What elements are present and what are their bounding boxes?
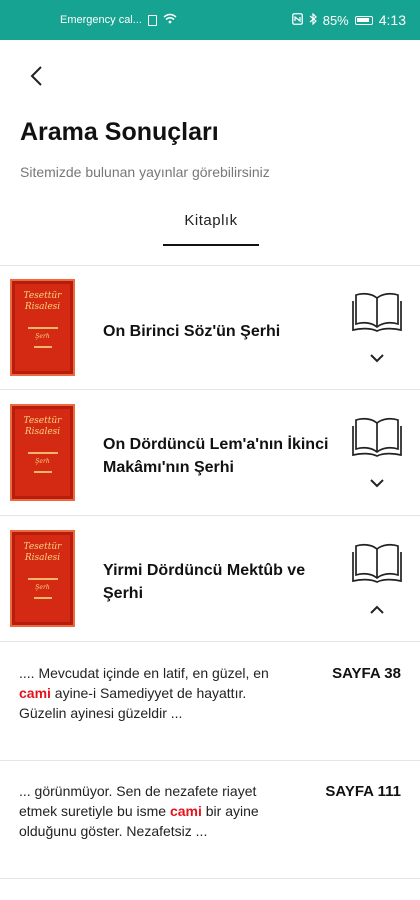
chevron-down-icon: [370, 353, 384, 362]
book-title: On Dördüncü Lem'a'nın İkinci Makâmı'nın …: [103, 436, 329, 476]
cover-ornament: [27, 578, 58, 580]
collapse-button[interactable]: [366, 601, 388, 617]
expand-button[interactable]: [366, 475, 388, 491]
cover-subtitle: Şerh: [35, 584, 50, 591]
snippet-text: .... Mevcudat içinde en latif, en güzel,…: [19, 665, 269, 681]
chevron-left-icon: [30, 66, 42, 86]
status-left: Emergency cal...: [60, 13, 177, 27]
open-book-button[interactable]: [352, 415, 402, 459]
open-book-icon: [352, 292, 402, 332]
open-book-icon: [352, 543, 402, 583]
nfc-icon: [291, 12, 303, 28]
book-cover: Tesettür Risalesi Şerh: [10, 279, 75, 376]
open-book-button[interactable]: [352, 290, 402, 334]
clock-time: 4:13: [378, 12, 406, 28]
status-right: 85% 4:13: [291, 12, 406, 28]
search-result-row[interactable]: .... Mevcudat içinde en latif, en güzel,…: [0, 643, 420, 761]
cover-title-line: Tesettür: [23, 291, 62, 301]
cover-title-line: Risalesi: [24, 427, 61, 437]
snippet-highlight: cami: [169, 803, 202, 819]
cover-ornament: [27, 452, 58, 454]
search-result-row[interactable]: ... görünmüyor. Sen de nezafete riayet e…: [0, 761, 420, 879]
battery-icon: [354, 15, 373, 25]
result-page-number: SAYFA 38: [332, 665, 401, 682]
chevron-down-icon: [370, 478, 384, 487]
open-book-button[interactable]: [352, 541, 402, 585]
book-cover: Tesettür Risalesi Şerh: [10, 404, 75, 501]
cover-title-line: Risalesi: [24, 302, 61, 312]
cover-subtitle: Şerh: [35, 333, 50, 340]
back-button[interactable]: [22, 62, 50, 90]
tab-kitaplik[interactable]: Kitaplık: [163, 212, 259, 229]
snippet-highlight: cami: [19, 685, 51, 701]
cover-subtitle: Şerh: [35, 458, 50, 465]
cover-ornament: [33, 597, 52, 599]
book-row[interactable]: Tesettür Risalesi Şerh On Birinci Söz'ün…: [0, 265, 420, 390]
cover-ornament: [33, 471, 52, 473]
page-subtitle: Sitemizde bulunan yayınlar görebilirsini…: [20, 164, 270, 180]
book-title: On Birinci Söz'ün Şerhi: [103, 323, 281, 340]
cover-title-line: Tesettür: [23, 542, 62, 552]
result-page-number: SAYFA 111: [325, 783, 401, 800]
carrier-text: Emergency cal...: [60, 14, 142, 26]
expand-button[interactable]: [366, 350, 388, 366]
snippet-text: ayine-i Samediyyet de hayattır. Güzelin …: [19, 685, 247, 721]
book-row[interactable]: Tesettür Risalesi Şerh On Dördüncü Lem'a…: [0, 391, 420, 516]
cover-title-line: Tesettür: [23, 416, 62, 426]
book-title: Yirmi Dördüncü Mektûb ve Şerhi: [103, 562, 306, 602]
open-book-icon: [352, 417, 402, 457]
book-cover: Tesettür Risalesi Şerh: [10, 530, 75, 627]
bluetooth-icon: [309, 12, 317, 28]
cover-title-line: Risalesi: [24, 553, 61, 563]
cover-ornament: [27, 327, 58, 329]
book-row[interactable]: Tesettür Risalesi Şerh Yirmi Dördüncü Me…: [0, 517, 420, 642]
tab-indicator: [163, 244, 259, 246]
battery-percent: 85%: [322, 12, 349, 28]
wifi-icon: [163, 13, 177, 27]
cover-ornament: [33, 346, 52, 348]
result-snippet: ... görünmüyor. Sen de nezafete riayet e…: [19, 781, 294, 841]
status-bar: Emergency cal... 85% 4:13: [0, 0, 420, 40]
sim-icon: [147, 14, 157, 26]
page-title: Arama Sonuçları: [20, 118, 219, 146]
result-snippet: .... Mevcudat içinde en latif, en güzel,…: [19, 663, 294, 723]
chevron-up-icon: [370, 605, 384, 614]
